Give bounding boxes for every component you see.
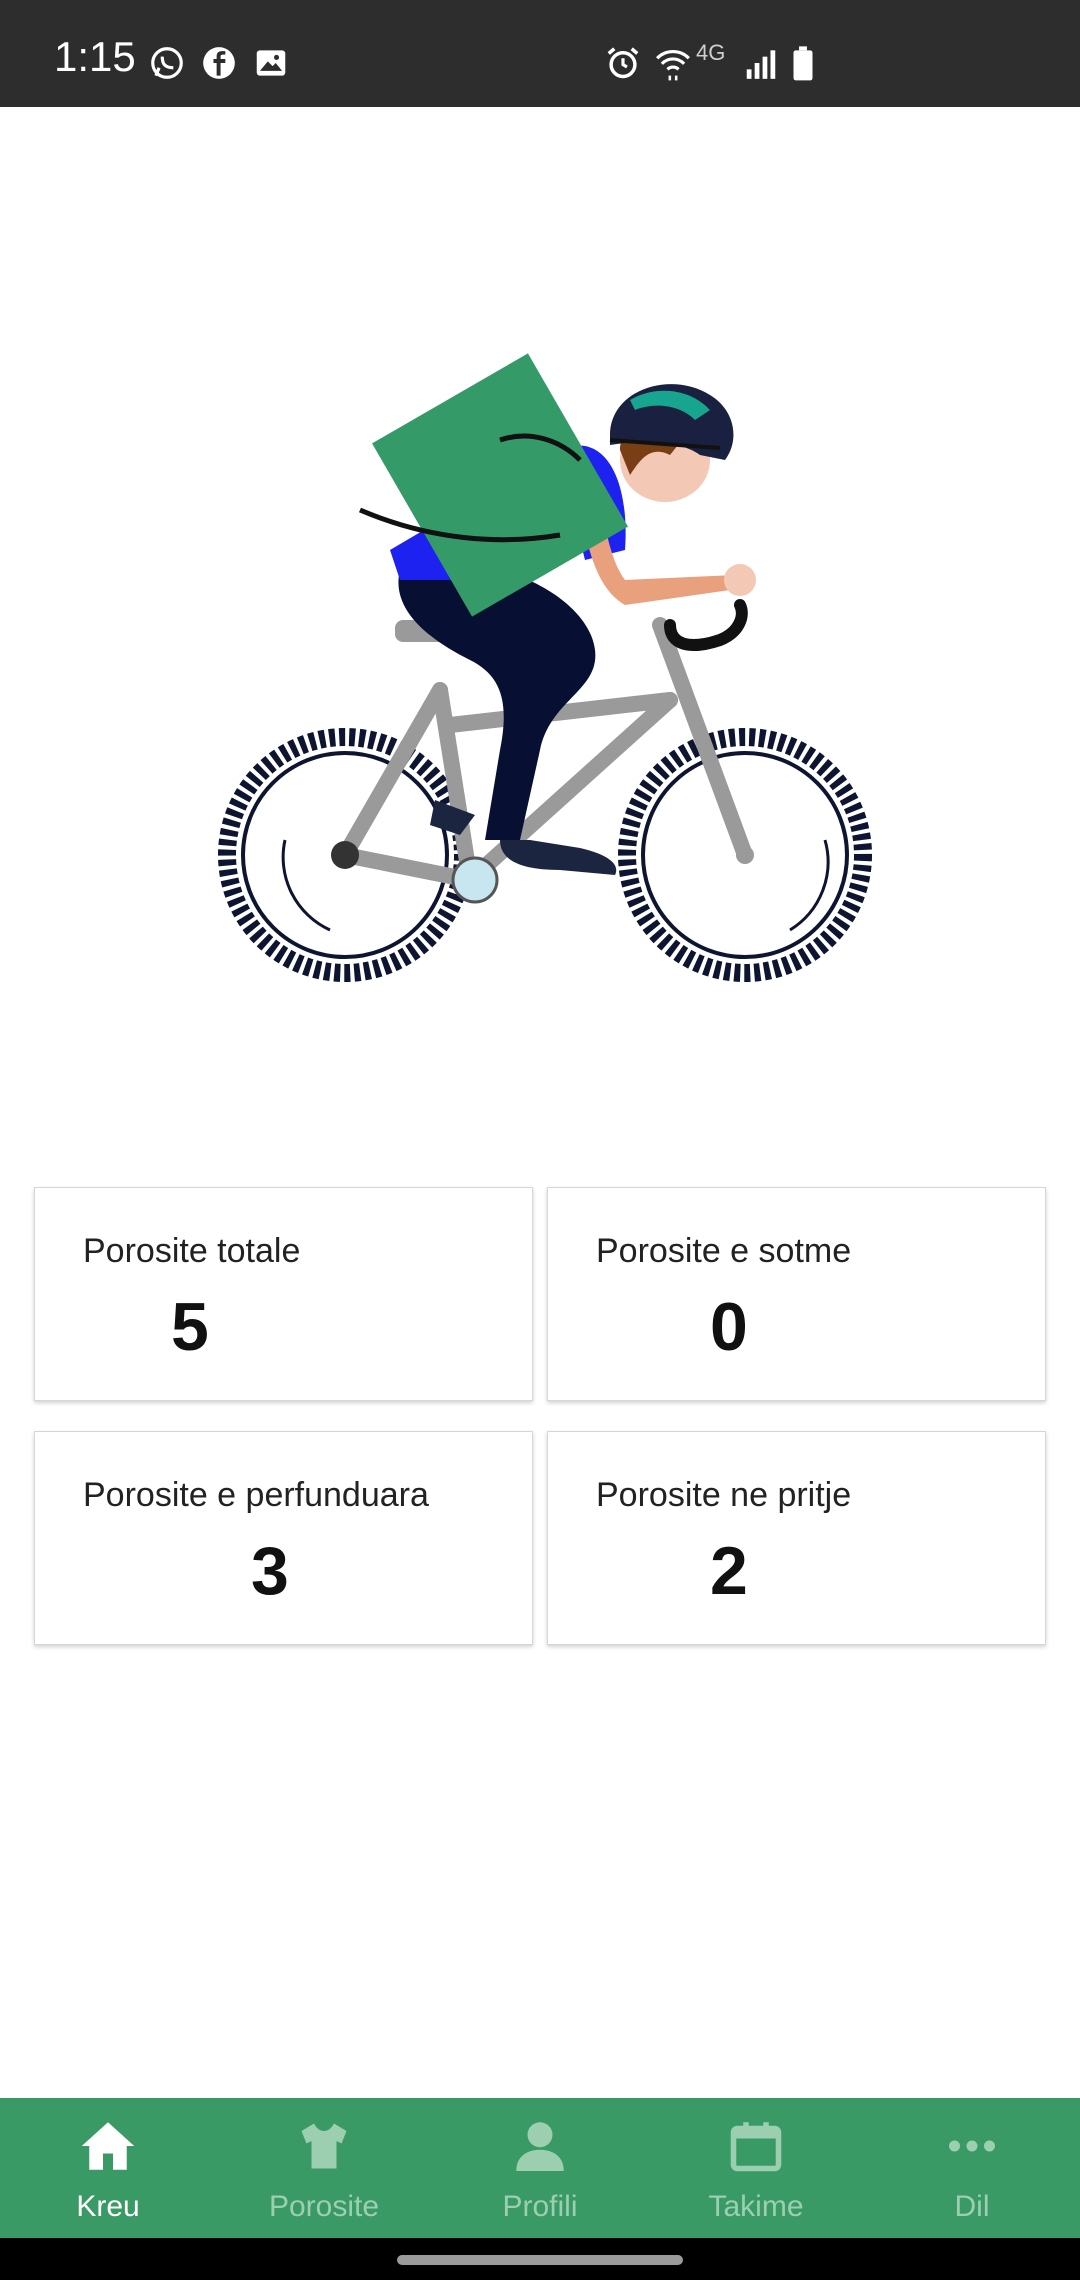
nav-item-logout[interactable]: Dil — [864, 2098, 1080, 2238]
stat-value: 5 — [171, 1289, 209, 1365]
nav-label: Porosite — [268, 2190, 380, 2223]
nav-label: Dil — [954, 2190, 990, 2223]
home-gesture-handle[interactable] — [397, 2255, 683, 2265]
home-icon — [78, 2116, 138, 2176]
person-icon — [510, 2116, 570, 2176]
alarm-icon — [604, 44, 642, 82]
system-gesture-bar — [0, 2238, 1080, 2280]
stat-card-total-orders[interactable]: Porosite totale 5 — [34, 1187, 533, 1401]
stat-value: 3 — [251, 1533, 289, 1609]
4g-icon: 4G — [696, 40, 726, 65]
nav-label: Takime — [708, 2190, 804, 2223]
more-icon — [942, 2116, 1002, 2176]
stat-card-pending-orders[interactable]: Porosite ne pritje 2 — [547, 1431, 1046, 1645]
bottom-navigation: Kreu Porosite Profili Takime Dil — [0, 2098, 1080, 2238]
nav-item-profile[interactable]: Profili — [432, 2098, 648, 2238]
nav-item-orders[interactable]: Porosite — [216, 2098, 432, 2238]
stat-label: Porosite e sotme — [596, 1232, 852, 1270]
status-time: 1:15 — [54, 33, 136, 80]
stat-label: Porosite ne pritje — [596, 1476, 852, 1514]
facebook-icon — [200, 44, 238, 82]
stat-card-completed-orders[interactable]: Porosite e perfunduara 3 — [34, 1431, 533, 1645]
calendar-icon — [726, 2116, 786, 2176]
nav-item-home[interactable]: Kreu — [0, 2098, 216, 2238]
nav-label: Kreu — [76, 2190, 140, 2223]
stat-label: Porosite e perfunduara — [83, 1476, 429, 1514]
stat-card-today-orders[interactable]: Porosite e sotme 0 — [547, 1187, 1046, 1401]
stat-value: 0 — [710, 1289, 748, 1365]
status-bar: 1:15 4G — [0, 0, 1080, 107]
wifi-icon — [654, 44, 692, 82]
whatsapp-icon — [148, 44, 186, 82]
stat-value: 2 — [710, 1533, 748, 1609]
nav-item-appointments[interactable]: Takime — [648, 2098, 864, 2238]
tshirt-icon — [294, 2116, 354, 2176]
signal-icon — [742, 44, 780, 82]
battery-icon — [784, 44, 822, 82]
delivery-cyclist-illustration — [200, 280, 900, 1020]
gallery-icon — [252, 44, 290, 82]
nav-label: Profili — [502, 2190, 578, 2223]
stat-label: Porosite totale — [83, 1232, 301, 1270]
